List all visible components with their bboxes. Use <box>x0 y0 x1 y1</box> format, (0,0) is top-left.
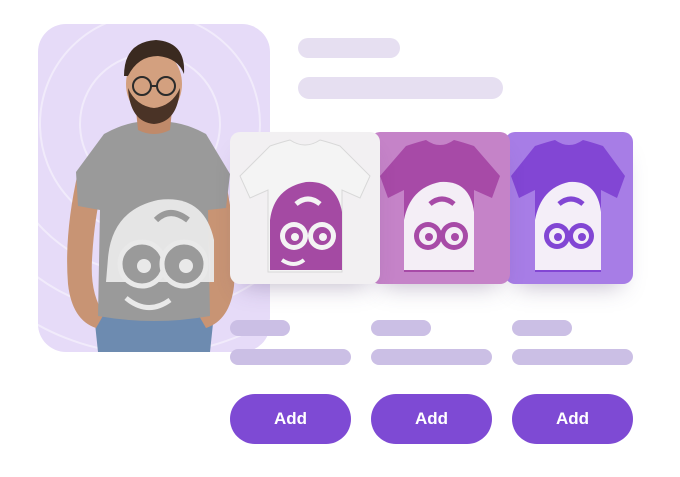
tshirt-white-image <box>239 139 371 273</box>
product-1-price-placeholder <box>230 349 351 365</box>
tshirt-white-graphic <box>270 181 342 270</box>
product-tile-white[interactable] <box>230 132 380 284</box>
title-placeholder <box>298 38 400 58</box>
subtitle-placeholder <box>298 77 503 99</box>
product-2-price-placeholder <box>371 349 492 365</box>
product-2-name-placeholder <box>371 320 431 336</box>
add-button-magenta[interactable]: Add <box>371 394 492 444</box>
product-showcase: Add Add Add <box>0 0 680 477</box>
add-button-white[interactable]: Add <box>230 394 351 444</box>
tshirt-violet-image <box>511 140 625 272</box>
product-3-name-placeholder <box>512 320 572 336</box>
tshirt-magenta-image <box>380 140 500 272</box>
product-tile-magenta[interactable] <box>370 132 510 284</box>
add-button-violet[interactable]: Add <box>512 394 633 444</box>
product-tile-violet[interactable] <box>505 132 633 284</box>
product-3-price-placeholder <box>512 349 633 365</box>
product-1-name-placeholder <box>230 320 290 336</box>
